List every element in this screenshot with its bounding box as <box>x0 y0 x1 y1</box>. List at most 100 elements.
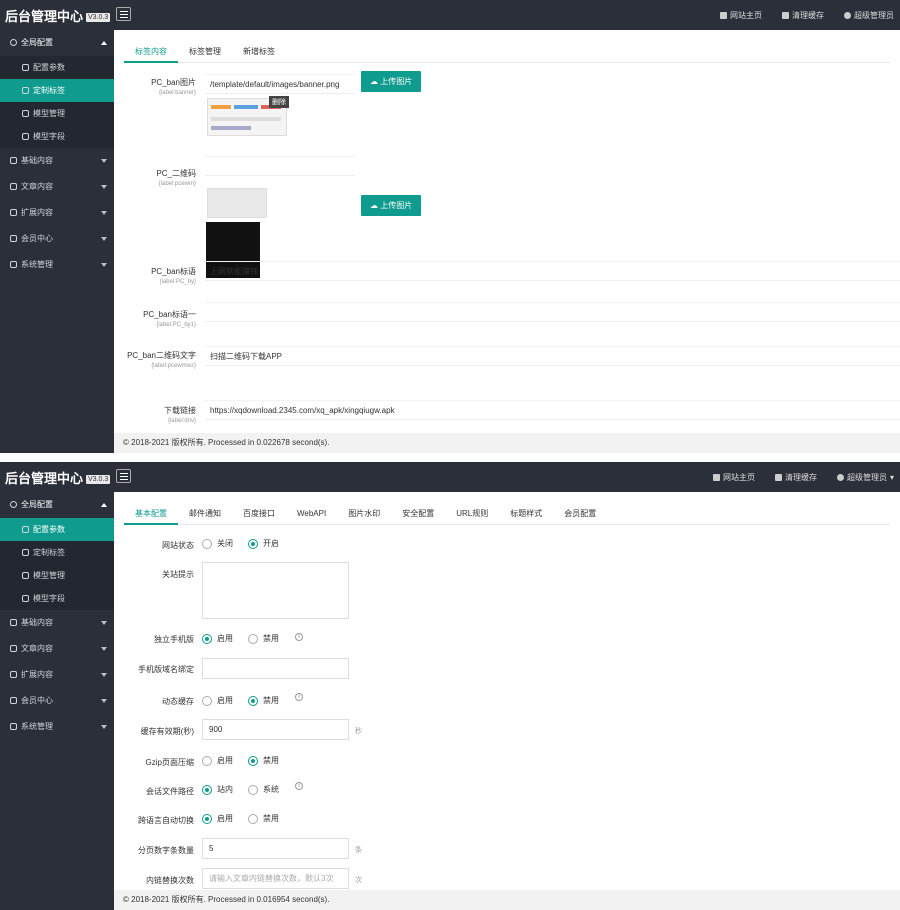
delete-image-button[interactable]: 删除 <box>269 96 289 108</box>
qr-thumbnail <box>207 188 267 218</box>
caret-down-icon: ▾ <box>889 473 894 482</box>
radio-lang-enable[interactable]: 启用 <box>202 813 233 824</box>
radio-site-close[interactable]: 关闭 <box>202 538 233 549</box>
cache-time-label: 缓存有效期(秒) <box>140 727 194 736</box>
user-menu[interactable]: 超级管理员 ▾ <box>836 472 894 483</box>
tab-tag-manage[interactable]: 标签管理 <box>178 43 232 63</box>
sidebar-item-member[interactable]: 会员中心 <box>0 688 114 714</box>
sidebar-item-model-fields[interactable]: 模型字段 <box>0 587 114 610</box>
radio-cache-disable[interactable]: 禁用 <box>248 695 279 706</box>
tab-watermark[interactable]: 图片水印 <box>337 505 391 525</box>
inner-link-input[interactable]: 请输入文章内链替换次数，默认3次 <box>202 868 349 889</box>
sliders-icon <box>22 526 29 534</box>
tab-title-style[interactable]: 标题样式 <box>499 505 553 525</box>
radio-session-system[interactable]: 系统 <box>248 784 279 795</box>
sidebar-item-model-manage[interactable]: 模型管理 <box>0 564 114 587</box>
sidebar-item-basic[interactable]: 基础内容 <box>0 610 114 636</box>
sidebar-item-custom-tags[interactable]: 定制标签 <box>0 79 114 102</box>
sidebar-label: 模型字段 <box>33 594 65 603</box>
sidebar-item-config-params[interactable]: 配置参数 <box>0 56 114 79</box>
sidebar-label: 系统管理 <box>21 260 53 269</box>
pcewmwz-input[interactable]: 扫描二维码下载APP <box>205 346 900 366</box>
upload-button[interactable]: ☁ 上传图片 <box>361 195 422 216</box>
tab-tag-content[interactable]: 标签内容 <box>124 43 178 63</box>
tab-webapi[interactable]: WebAPI <box>286 505 337 525</box>
caret-up-icon <box>101 41 107 45</box>
radio-label: 开启 <box>263 539 279 548</box>
sidebar-item-basic[interactable]: 基础内容 <box>0 148 114 174</box>
radio-lang-disable[interactable]: 禁用 <box>248 813 279 824</box>
tab-add-tag[interactable]: 新增标签 <box>232 43 286 63</box>
sidebar-item-system[interactable]: 系统管理 <box>0 714 114 740</box>
sidebar-item-model-fields[interactable]: 模型字段 <box>0 125 114 148</box>
sidebar-label: 定制标签 <box>33 86 65 95</box>
pcewmwz-label: PC_ban二维码文字 <box>127 351 196 360</box>
page-num-input[interactable]: 5 <box>202 838 349 859</box>
radio-circle <box>248 695 258 706</box>
tab-baidu-api[interactable]: 百度接口 <box>232 505 286 525</box>
radio-gzip-enable[interactable]: 启用 <box>202 755 233 766</box>
mobile-domain-input[interactable] <box>202 658 349 679</box>
user-label: 超级管理员 <box>846 473 887 482</box>
sidebar-item-article[interactable]: 文章内容 <box>0 636 114 662</box>
radio-gzip-disable[interactable]: 禁用 <box>248 755 279 766</box>
sidebar-label: 模型管理 <box>33 571 65 580</box>
site-home-link[interactable]: 网站主页 <box>720 10 762 21</box>
tab-member-config[interactable]: 会员配置 <box>553 505 607 525</box>
tab-url-rules[interactable]: URL规则 <box>445 505 499 525</box>
tab-basic-config[interactable]: 基本配置 <box>124 505 178 525</box>
radio-cache-enable[interactable]: 启用 <box>202 695 233 706</box>
caret-down-icon <box>101 185 107 189</box>
download-input[interactable]: https://xqdownload.2345.com/xq_apk/xingq… <box>205 400 900 420</box>
caret-down-icon <box>101 159 107 163</box>
field-label: PC_ban二维码文字 {label:pcewmwz} <box>114 350 196 372</box>
tab-security[interactable]: 安全配置 <box>391 505 445 525</box>
radio-session-inner[interactable]: 站内 <box>202 784 233 795</box>
pcby1-label: PC_ban标语一 <box>143 310 196 319</box>
radio-circle <box>202 538 212 549</box>
sidebar-item-global[interactable]: 全局配置 <box>0 30 114 56</box>
sidebar-item-custom-tags[interactable]: 定制标签 <box>0 541 114 564</box>
app-logo: 后台管理中心 V3.0.3 <box>5 468 111 487</box>
upload-button[interactable]: ☁ 上传图片 <box>361 71 422 92</box>
sidebar-item-model-manage[interactable]: 模型管理 <box>0 102 114 125</box>
sidebar-label: 扩展内容 <box>21 670 53 679</box>
info-icon[interactable]: i <box>295 693 303 701</box>
sidebar-item-config-params[interactable]: 配置参数 <box>0 518 114 541</box>
radio-label: 禁用 <box>263 756 279 765</box>
menu-toggle-icon[interactable] <box>116 469 131 483</box>
lang-switch-label: 跨语言自动切换 <box>138 816 194 825</box>
sidebar-item-member[interactable]: 会员中心 <box>0 226 114 252</box>
cache-time-input[interactable]: 900 <box>202 719 349 740</box>
sidebar-label: 配置参数 <box>33 63 65 72</box>
main-content: 基本配置 邮件通知 百度接口 WebAPI 图片水印 安全配置 URL规则 标题… <box>114 492 900 890</box>
sidebar-item-global[interactable]: 全局配置 <box>0 492 114 518</box>
radio-label: 站内 <box>217 785 233 794</box>
sidebar-item-article[interactable]: 文章内容 <box>0 174 114 200</box>
radio-mobile-disable[interactable]: 禁用 <box>248 633 279 644</box>
pcewm-input[interactable] <box>205 156 355 176</box>
clear-cache-link[interactable]: 清理缓存 <box>782 10 824 21</box>
user-menu[interactable]: 超级管理员 <box>844 10 894 21</box>
upload-label: 上传图片 <box>380 201 413 210</box>
clear-cache-label: 清理缓存 <box>792 11 824 20</box>
radio-site-open[interactable]: 开启 <box>248 538 279 549</box>
info-icon[interactable]: i <box>295 633 303 641</box>
gzip-label: Gzip页面压缩 <box>145 758 194 767</box>
info-icon[interactable]: i <box>295 782 303 790</box>
version-badge: V3.0.3 <box>86 13 111 23</box>
pcby-input[interactable]: 上网就能赚钱 <box>205 261 900 281</box>
sidebar-item-extend[interactable]: 扩展内容 <box>0 200 114 226</box>
sidebar-item-extend[interactable]: 扩展内容 <box>0 662 114 688</box>
pcby1-input[interactable] <box>205 302 900 322</box>
radio-mobile-enable[interactable]: 启用 <box>202 633 233 644</box>
site-home-link[interactable]: 网站主页 <box>712 472 755 483</box>
radio-circle <box>248 633 258 644</box>
tab-email-notify[interactable]: 邮件通知 <box>178 505 232 525</box>
sidebar-item-system[interactable]: 系统管理 <box>0 252 114 278</box>
sidebar-label: 模型管理 <box>33 109 65 118</box>
clear-cache-link[interactable]: 清理缓存 <box>774 472 817 483</box>
close-tip-textarea[interactable] <box>202 562 349 619</box>
menu-toggle-icon[interactable] <box>116 7 131 21</box>
banner-input[interactable]: /template/default/images/banner.png <box>205 74 355 94</box>
